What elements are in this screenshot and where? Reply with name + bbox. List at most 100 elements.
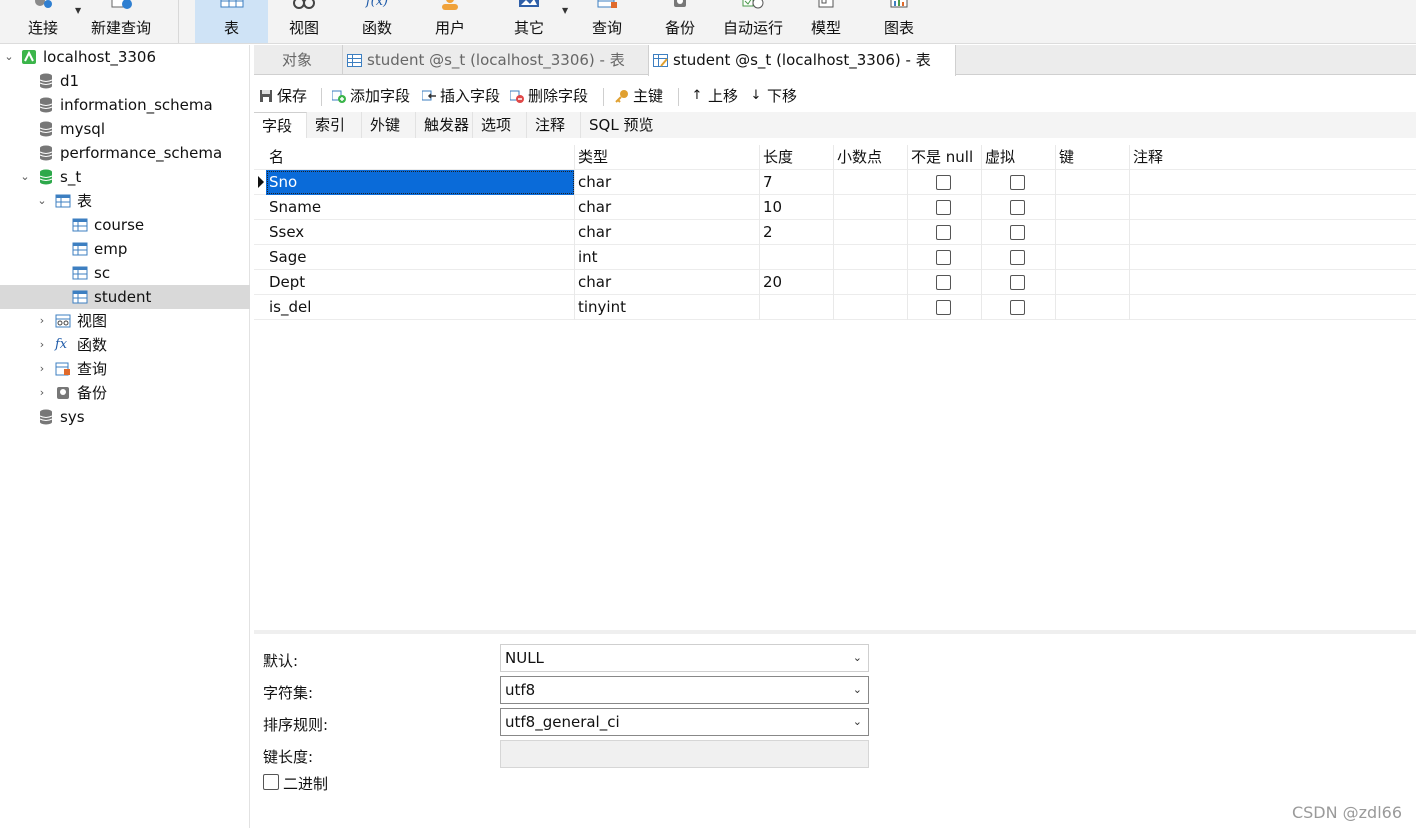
cell-not-null-checkbox[interactable] [936, 175, 951, 190]
toolbar-autorun-button[interactable]: 自动运行 [719, 0, 787, 43]
column-header-length[interactable]: 长度 [760, 145, 834, 170]
toolbar-other-button[interactable]: 其它 [495, 0, 563, 43]
cell-decimal[interactable] [834, 295, 908, 320]
toolbar-backup-button[interactable]: 备份 [646, 0, 714, 43]
tab-table-design-1[interactable]: student @s_t (localhost_3306) - 表 [342, 45, 648, 75]
table-row[interactable]: Sno char 7 [254, 170, 1416, 195]
toolbar-view-button[interactable]: 视图 [270, 0, 338, 43]
cell-virtual-checkbox[interactable] [1010, 300, 1025, 315]
cell-name[interactable]: is_del [266, 295, 575, 320]
default-select[interactable]: NULL ⌄ [500, 644, 869, 672]
cell-virtual-checkbox[interactable] [1010, 275, 1025, 290]
cell-decimal[interactable] [834, 220, 908, 245]
cell-length[interactable] [760, 295, 834, 320]
binary-checkbox[interactable] [263, 774, 279, 790]
table-row[interactable]: Sage int [254, 245, 1416, 270]
toolbar-chart-button[interactable]: 图表 [865, 0, 933, 43]
cell-not-null[interactable] [908, 220, 982, 245]
tree-node-connection[interactable]: ⌄ localhost_3306 [0, 45, 250, 69]
tab-comment[interactable]: 注释 [527, 112, 581, 138]
toolbar-connect-button[interactable]: 连接 [20, 0, 66, 43]
tab-fields[interactable]: 字段 [254, 112, 307, 138]
cell-key[interactable] [1056, 195, 1130, 220]
toolbar-query-button[interactable]: 查询 [573, 0, 641, 43]
cell-type[interactable]: char [575, 195, 760, 220]
tree-node-queries-folder[interactable]: › 查询 [0, 357, 250, 381]
tree-node-table[interactable]: emp [0, 237, 250, 261]
tab-options[interactable]: 选项 [473, 112, 527, 138]
cell-comment[interactable] [1130, 195, 1416, 220]
cell-not-null-checkbox[interactable] [936, 200, 951, 215]
toolbar-function-button[interactable]: f(x) 函数 [343, 0, 411, 43]
cell-not-null[interactable] [908, 195, 982, 220]
cell-not-null[interactable] [908, 245, 982, 270]
save-button[interactable]: 保存 [259, 84, 307, 110]
toolbar-user-button[interactable]: 用户 [416, 0, 484, 43]
column-header-type[interactable]: 类型 [575, 145, 760, 170]
column-header-virtual[interactable]: 虚拟 [982, 145, 1056, 170]
delete-field-button[interactable]: 删除字段 [510, 84, 588, 110]
toolbar-table-button[interactable]: 表 [195, 0, 268, 43]
cell-not-null-checkbox[interactable] [936, 250, 951, 265]
cell-virtual[interactable] [982, 170, 1056, 195]
table-row[interactable]: Sname char 10 [254, 195, 1416, 220]
cell-name[interactable]: Sname [266, 195, 575, 220]
cell-length[interactable]: 20 [760, 270, 834, 295]
cell-virtual[interactable] [982, 270, 1056, 295]
collapse-arrow-icon[interactable]: ⌄ [36, 189, 48, 213]
tab-table-design-2[interactable]: student @s_t (localhost_3306) - 表 [648, 45, 956, 76]
cell-type[interactable]: char [575, 270, 760, 295]
table-row[interactable]: Ssex char 2 [254, 220, 1416, 245]
tree-node-backups-folder[interactable]: › 备份 [0, 381, 250, 405]
expand-arrow-icon[interactable]: › [36, 309, 48, 333]
expand-arrow-icon[interactable]: › [36, 357, 48, 381]
tree-node-database[interactable]: sys [0, 405, 250, 429]
column-header-comment[interactable]: 注释 [1130, 145, 1416, 170]
cell-key[interactable] [1056, 245, 1130, 270]
cell-comment[interactable] [1130, 295, 1416, 320]
cell-key[interactable] [1056, 295, 1130, 320]
cell-type[interactable]: tinyint [575, 295, 760, 320]
expand-arrow-icon[interactable]: › [36, 381, 48, 405]
column-header-key[interactable]: 键 [1056, 145, 1130, 170]
tab-objects[interactable]: 对象 [254, 45, 340, 75]
column-header-not-null[interactable]: 不是 null [908, 145, 982, 170]
cell-decimal[interactable] [834, 270, 908, 295]
cell-key[interactable] [1056, 170, 1130, 195]
other-dropdown-icon[interactable]: ▼ [562, 6, 568, 15]
tree-node-table[interactable]: course [0, 213, 250, 237]
cell-not-null[interactable] [908, 170, 982, 195]
cell-not-null[interactable] [908, 270, 982, 295]
toolbar-new-query-button[interactable]: 新建查询 [88, 0, 154, 43]
table-row[interactable]: is_del tinyint [254, 295, 1416, 320]
cell-key[interactable] [1056, 220, 1130, 245]
cell-name[interactable]: Sno [266, 170, 575, 195]
cell-name[interactable]: Sage [266, 245, 575, 270]
tree-node-tables-folder[interactable]: ⌄ 表 [0, 189, 250, 213]
cell-type[interactable]: int [575, 245, 760, 270]
cell-length[interactable]: 7 [760, 170, 834, 195]
tree-node-functions-folder[interactable]: › fx 函数 [0, 333, 250, 357]
cell-not-null-checkbox[interactable] [936, 225, 951, 240]
connect-dropdown-icon[interactable]: ▼ [75, 6, 81, 15]
tab-indexes[interactable]: 索引 [307, 112, 362, 138]
cell-virtual[interactable] [982, 295, 1056, 320]
table-row[interactable]: Dept char 20 [254, 270, 1416, 295]
tree-node-table-selected[interactable]: student [0, 285, 250, 309]
cell-not-null[interactable] [908, 295, 982, 320]
cell-comment[interactable] [1130, 170, 1416, 195]
primary-key-button[interactable]: 主键 [615, 84, 663, 110]
cell-key[interactable] [1056, 270, 1130, 295]
move-up-button[interactable]: ↑ 上移 [690, 84, 738, 110]
collapse-arrow-icon[interactable]: ⌄ [3, 45, 15, 69]
cell-comment[interactable] [1130, 220, 1416, 245]
add-field-button[interactable]: 添加字段 [332, 84, 410, 110]
insert-field-button[interactable]: 插入字段 [422, 84, 500, 110]
move-down-button[interactable]: ↓ 下移 [749, 84, 797, 110]
collapse-arrow-icon[interactable]: ⌄ [19, 165, 31, 189]
cell-length[interactable]: 2 [760, 220, 834, 245]
tree-node-database-open[interactable]: ⌄ s_t [0, 165, 250, 189]
cell-decimal[interactable] [834, 170, 908, 195]
cell-virtual-checkbox[interactable] [1010, 175, 1025, 190]
column-header-decimal[interactable]: 小数点 [834, 145, 908, 170]
